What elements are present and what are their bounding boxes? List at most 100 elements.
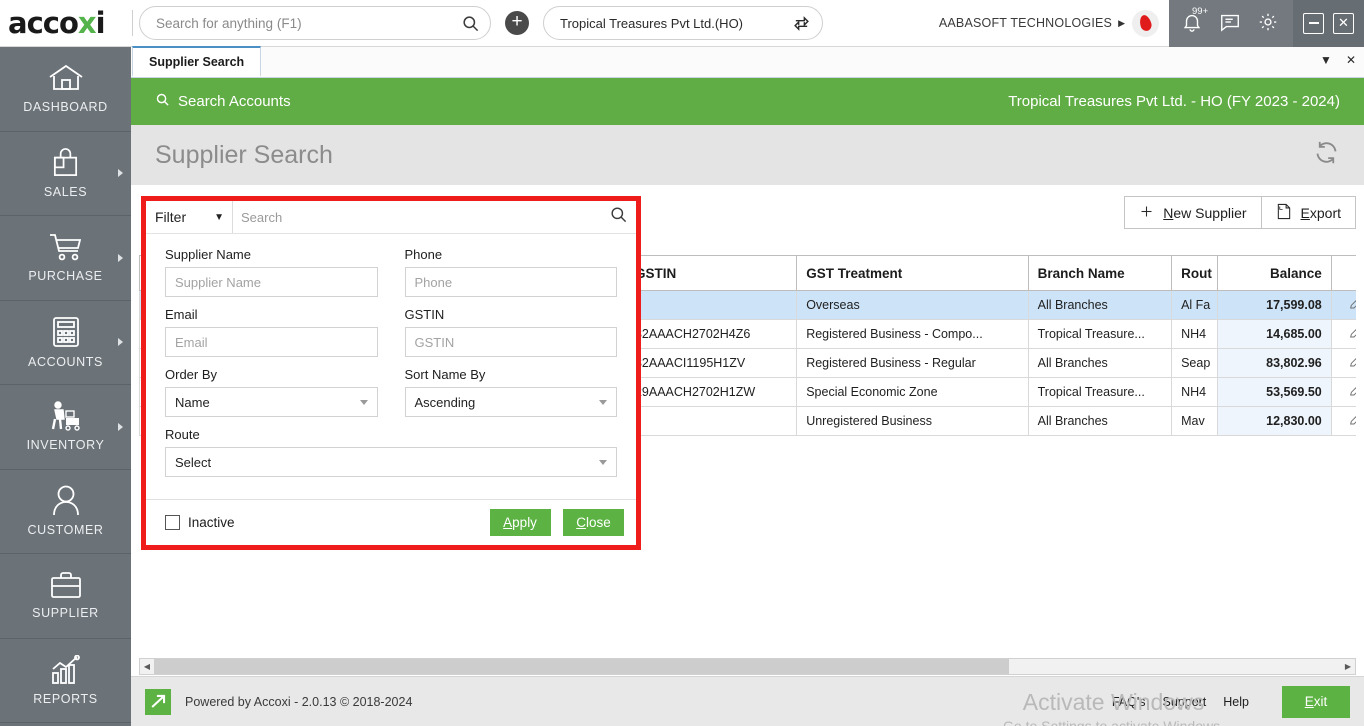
sidebar-item-customer[interactable]: CUSTOMER [0,470,131,554]
pencil-icon[interactable] [1330,406,1356,436]
filter-row-2: Email GSTIN [165,307,617,357]
tab-supplier-search[interactable]: Supplier Search [132,46,262,77]
switch-company-icon[interactable] [793,15,810,32]
phone-input[interactable] [404,267,617,297]
filter-search-input[interactable] [241,209,592,225]
filter-search-field[interactable] [233,201,600,233]
scroll-left-arrow-icon[interactable]: ◀ [140,662,154,671]
home-icon [48,63,84,93]
sidebar-item-inventory[interactable]: INVENTORY [0,385,131,470]
minimize-icon[interactable] [1303,12,1324,34]
cell-branch-name: All Branches [1027,290,1173,320]
sidebar-item-sales[interactable]: SALES [0,132,131,216]
export-label: Export [1300,204,1341,221]
supplier-name-input[interactable] [165,267,378,297]
global-search-box[interactable] [139,6,491,40]
app-logo: accoxi [0,5,130,40]
pencil-icon[interactable] [1330,319,1356,349]
inactive-checkbox[interactable] [165,515,180,530]
scrollbar-track[interactable] [154,659,1341,674]
scrollbar-thumb[interactable] [154,659,1009,674]
col-gstin[interactable]: GSTIN [624,255,798,291]
search-icon[interactable] [461,14,480,33]
refresh-icon[interactable] [1313,139,1340,171]
sidebar-item-dashboard[interactable]: DASHBOARD [0,47,131,132]
filter-dropdown[interactable]: Filter ▼ [146,201,233,233]
search-icon [155,92,170,111]
message-icon[interactable] [1219,11,1243,35]
cell-gstin: 29AAACH2702H1ZW [624,377,798,407]
gstin-input[interactable] [404,327,617,357]
bell-icon[interactable]: 99+ [1181,6,1208,35]
cell-route: Mav [1171,406,1219,436]
avatar-drop-shape [1138,13,1153,33]
chevron-down-icon[interactable]: ▼ [1320,53,1332,67]
close-icon[interactable]: ✕ [1346,53,1356,67]
sidebar-item-supplier[interactable]: SUPPLIER [0,554,131,639]
pencil-icon[interactable] [1330,348,1356,378]
scroll-right-arrow-icon[interactable]: ▶ [1341,662,1355,671]
export-button[interactable]: Export [1260,196,1356,229]
col-edit [1330,255,1356,291]
chevron-right-icon[interactable]: ▶ [1118,18,1125,29]
filter-search-button[interactable] [600,201,636,233]
company-selector[interactable]: Tropical Treasures Pvt Ltd.(HO) [543,6,823,40]
avatar[interactable] [1132,9,1159,37]
field-supplier-name: Supplier Name [165,247,378,297]
window-controls: ✕ [1293,0,1364,47]
company-fy-label: Tropical Treasures Pvt Ltd. - HO (FY 202… [1008,93,1340,110]
cell-route: NH4 [1171,319,1219,349]
calculator-icon [51,316,81,348]
gstin-label: GSTIN [404,307,445,322]
new-supplier-button[interactable]: New Supplier [1124,196,1262,229]
cell-branch-name: Tropical Treasure... [1027,377,1173,407]
sidebar-item-label: DASHBOARD [23,100,108,115]
col-route[interactable]: Rout [1171,255,1219,291]
footer-link-faqs[interactable]: FAQ's [1112,695,1146,709]
cell-route: Al Fa [1171,290,1219,320]
order-by-select[interactable]: Name [165,387,378,417]
cell-route: NH4 [1171,377,1219,407]
inactive-checkbox-group[interactable]: Inactive [165,515,235,530]
pencil-icon[interactable] [1330,290,1356,320]
sidebar-item-reports[interactable]: REPORTS [0,639,131,723]
col-branch-name[interactable]: Branch Name [1027,255,1173,291]
pencil-icon[interactable] [1330,377,1356,407]
cell-balance: 12,830.00 [1217,406,1332,436]
horizontal-scrollbar[interactable]: ◀ ▶ [139,658,1356,675]
chevron-down-icon [359,399,368,405]
tab-strip: Supplier Search ▼ ✕ [131,46,1364,78]
sidebar-item-label: CUSTOMER [27,523,104,538]
close-button[interactable]: Close [563,509,624,536]
sidebar-item-label: SALES [43,185,88,200]
page-title: Supplier Search [155,140,333,169]
footer-link-support[interactable]: Support [1163,695,1207,709]
gear-icon[interactable] [1257,11,1281,35]
email-input[interactable] [165,327,378,357]
field-gstin: GSTIN [404,307,617,357]
chevron-right-icon [118,169,123,178]
route-select[interactable]: Select [165,447,617,477]
chevron-down-icon [599,399,607,405]
col-gst-treatment[interactable]: GST Treatment [796,255,1029,291]
application-window: accoxi + Tropical Treasures Pvt Ltd.(HO)… [0,0,1364,726]
logo-text-i: i [95,5,106,40]
apply-button[interactable]: Apply [489,509,551,536]
cell-gstin: 32AAACH2702H4Z6 [624,319,798,349]
order-by-label: Order By [165,367,218,382]
exit-button[interactable]: Exit [1282,685,1350,718]
col-balance[interactable]: Balance [1217,255,1332,291]
logo-text-x: x [77,5,97,40]
search-accounts-label: Search Accounts [178,93,291,110]
add-new-button[interactable]: + [505,11,529,35]
sidebar-item-purchase[interactable]: PURCHASE [0,216,131,301]
system-icons: 99+ [1169,0,1293,47]
search-accounts-group[interactable]: Search Accounts [155,92,291,111]
global-search-input[interactable] [156,15,461,31]
cell-branch-name: Tropical Treasure... [1027,319,1173,349]
company-name-label: Tropical Treasures Pvt Ltd.(HO) [560,15,744,31]
footer-link-help[interactable]: Help [1223,695,1249,709]
sidebar-item-accounts[interactable]: ACCOUNTS [0,301,131,385]
sort-name-by-select[interactable]: Ascending [404,387,617,417]
close-icon[interactable]: ✕ [1333,12,1354,34]
